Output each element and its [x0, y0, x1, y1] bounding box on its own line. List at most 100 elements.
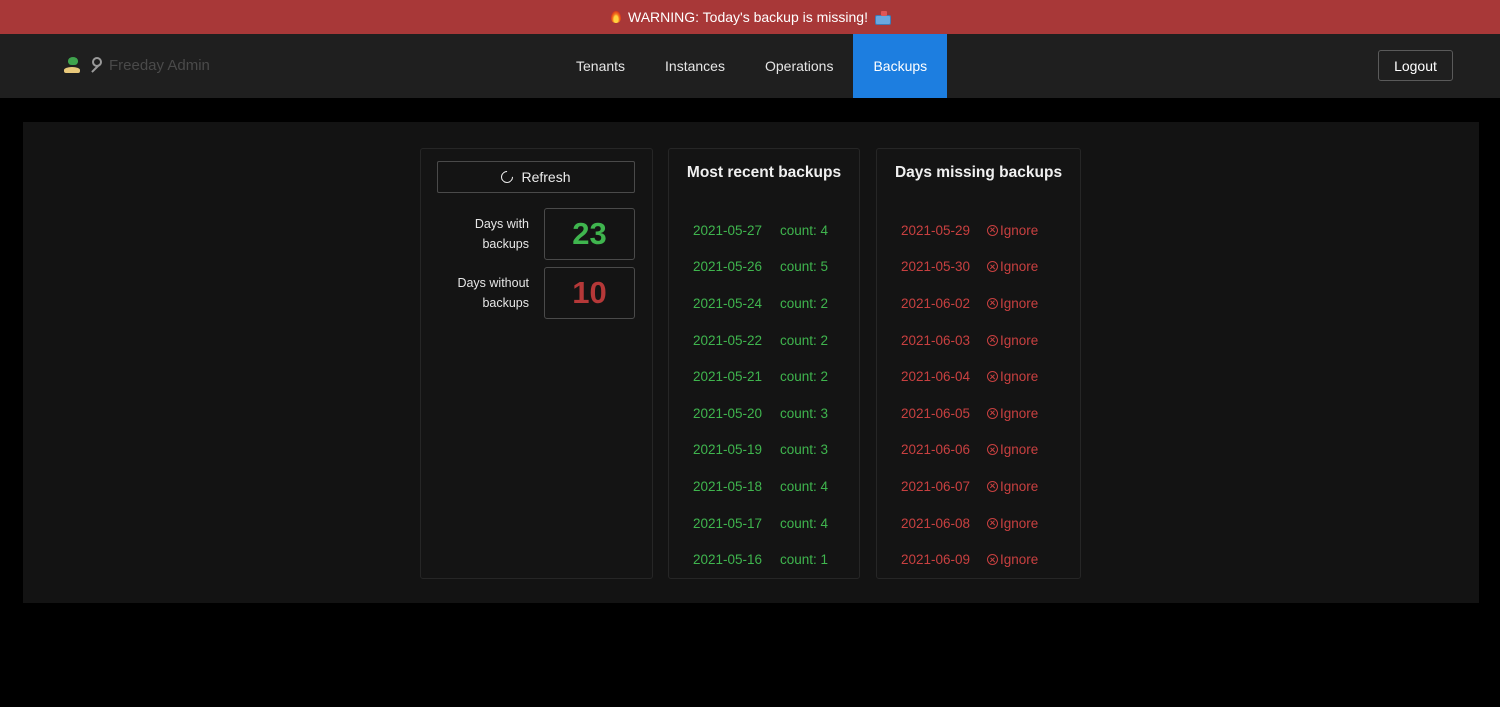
ignore-button[interactable]: Ignore — [987, 223, 1038, 238]
missing-date: 2021-05-29 — [901, 222, 971, 238]
backup-date: 2021-05-18 — [693, 478, 763, 494]
list-item: 2021-05-27 count: 4 — [669, 212, 859, 249]
backup-date: 2021-05-22 — [693, 332, 763, 348]
stats-card: Refresh Days with backups 23 Days withou… — [420, 148, 653, 579]
list-item: 2021-06-08 Ignore — [877, 505, 1080, 542]
top-navbar: Freeday Admin Tenants Instances Operatio… — [0, 34, 1500, 98]
ignore-label: Ignore — [1000, 222, 1039, 238]
list-item: 2021-06-07 Ignore — [877, 468, 1080, 505]
refresh-label: Refresh — [521, 169, 571, 185]
x-circle-icon — [987, 554, 998, 566]
list-item: 2021-05-24 count: 2 — [669, 285, 859, 322]
days-with-backups-stat: Days with backups 23 — [437, 208, 635, 260]
list-item: 2021-05-18 count: 4 — [669, 468, 859, 505]
missing-date: 2021-06-09 — [901, 552, 971, 568]
missing-date: 2021-06-08 — [901, 515, 971, 531]
list-item: 2021-05-17 count: 4 — [669, 505, 859, 542]
refresh-icon — [498, 168, 516, 186]
nav-tenants[interactable]: Tenants — [556, 34, 645, 98]
warning-banner-text: WARNING: Today's backup is missing! — [628, 9, 868, 25]
refresh-button[interactable]: Refresh — [437, 161, 635, 193]
x-circle-icon — [987, 517, 998, 529]
list-item: 2021-05-19 count: 3 — [669, 432, 859, 469]
list-item: 2021-06-06 Ignore — [877, 432, 1080, 469]
ignore-button[interactable]: Ignore — [987, 516, 1038, 531]
backup-count: count: 4 — [780, 478, 829, 494]
backup-count: count: 2 — [780, 332, 829, 348]
ignore-label: Ignore — [1000, 478, 1039, 494]
x-circle-icon — [987, 261, 998, 273]
ignore-button[interactable]: Ignore — [987, 552, 1038, 567]
ignore-label: Ignore — [1000, 442, 1039, 458]
list-item: 2021-05-30 Ignore — [877, 249, 1080, 286]
fire-icon — [610, 10, 622, 24]
backup-count: count: 2 — [780, 369, 829, 385]
ignore-label: Ignore — [1000, 295, 1039, 311]
backup-count: count: 5 — [780, 259, 829, 275]
ignore-label: Ignore — [1000, 332, 1039, 348]
backup-count: count: 2 — [780, 295, 829, 311]
x-circle-icon — [987, 371, 998, 383]
ignore-label: Ignore — [1000, 259, 1039, 275]
days-without-backups-stat: Days without backups 10 — [437, 267, 635, 319]
missing-date: 2021-06-02 — [901, 295, 971, 311]
ignore-button[interactable]: Ignore — [987, 479, 1038, 494]
list-item: 2021-06-09 Ignore — [877, 541, 1080, 578]
missing-date: 2021-05-30 — [901, 259, 971, 275]
missing-backups-list: 2021-05-29 Ignore 2021-05-30 Ignore 2021-0… — [877, 212, 1080, 578]
x-circle-icon — [987, 297, 998, 309]
x-circle-icon — [987, 224, 998, 236]
days-with-backups-value: 23 — [544, 208, 635, 260]
recent-backups-card: Most recent backups 2021-05-27 count: 4 2… — [668, 148, 860, 579]
recent-backups-title: Most recent backups — [686, 164, 842, 181]
ignore-label: Ignore — [1000, 369, 1039, 385]
missing-date: 2021-06-06 — [901, 442, 971, 458]
days-without-backups-label: Days without backups — [457, 276, 529, 310]
x-circle-icon — [987, 407, 998, 419]
x-circle-icon — [987, 480, 998, 492]
list-item: 2021-05-29 Ignore — [877, 212, 1080, 249]
x-circle-icon — [987, 444, 998, 456]
backup-count: count: 1 — [780, 552, 829, 568]
backup-count: count: 3 — [780, 405, 829, 421]
logout-button[interactable]: Logout — [1378, 50, 1453, 81]
ignore-button[interactable]: Ignore — [987, 333, 1038, 348]
list-item: 2021-05-16 count: 1 — [669, 541, 859, 578]
key-icon — [87, 56, 103, 74]
backup-count: count: 4 — [780, 515, 829, 531]
backup-date: 2021-05-16 — [693, 552, 763, 568]
missing-date: 2021-06-07 — [901, 478, 971, 494]
ignore-button[interactable]: Ignore — [987, 406, 1038, 421]
ignore-button[interactable]: Ignore — [987, 369, 1038, 384]
missing-date: 2021-06-04 — [901, 369, 971, 385]
list-item: 2021-05-26 count: 5 — [669, 249, 859, 286]
ignore-button[interactable]: Ignore — [987, 442, 1038, 457]
brand-name: Freeday Admin — [109, 56, 210, 74]
backup-date: 2021-05-17 — [693, 515, 763, 531]
missing-backups-card: Days missing backups 2021-05-29 Ignore 20… — [876, 148, 1081, 579]
nav-instances[interactable]: Instances — [645, 34, 745, 98]
days-without-backups-value: 10 — [544, 267, 635, 319]
nav-backups[interactable]: Backups — [853, 34, 948, 98]
warning-banner: WARNING: Today's backup is missing! — [0, 0, 1500, 34]
missing-date: 2021-06-03 — [901, 332, 971, 348]
backup-date: 2021-05-19 — [693, 442, 763, 458]
list-item: 2021-05-20 count: 3 — [669, 395, 859, 432]
missing-date: 2021-06-05 — [901, 405, 971, 421]
ignore-label: Ignore — [1000, 515, 1039, 531]
recent-backups-list: 2021-05-27 count: 4 2021-05-26 count: 5 20… — [669, 212, 859, 578]
ignore-button[interactable]: Ignore — [987, 259, 1038, 274]
ignore-button[interactable]: Ignore — [987, 296, 1038, 311]
ignore-label: Ignore — [1000, 405, 1039, 421]
nav-links: Tenants Instances Operations Backups — [556, 34, 948, 98]
list-item: 2021-06-05 Ignore — [877, 395, 1080, 432]
backup-count: count: 4 — [780, 222, 829, 238]
backup-date: 2021-05-26 — [693, 259, 763, 275]
nav-operations[interactable]: Operations — [745, 34, 853, 98]
list-item: 2021-05-21 count: 2 — [669, 358, 859, 395]
list-item: 2021-06-04 Ignore — [877, 358, 1080, 395]
island-icon — [63, 56, 81, 74]
brand[interactable]: Freeday Admin — [63, 56, 210, 74]
package-icon — [874, 10, 891, 25]
missing-backups-title: Days missing backups — [894, 164, 1063, 181]
